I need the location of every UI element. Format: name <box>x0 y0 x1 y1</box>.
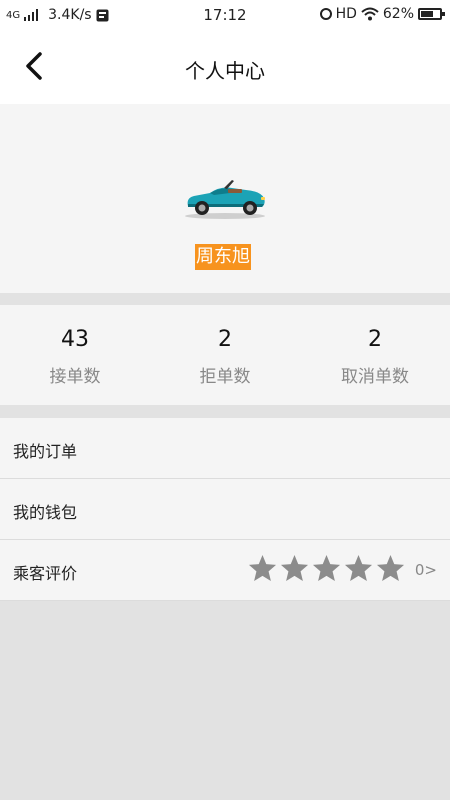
stat-rejected-label: 拒单数 <box>199 367 251 387</box>
battery-icon <box>418 8 445 20</box>
menu-item-rating[interactable]: 乘客评价 0> <box>0 540 450 601</box>
rating-stars <box>247 553 406 584</box>
rating-more[interactable]: 0> <box>415 561 437 579</box>
status-bar: 4G 3.4K/s 17:12 HD 62% <box>0 0 450 30</box>
star-icon <box>376 554 405 582</box>
battery-percent: 62% <box>382 6 414 22</box>
nav-bar: 个人中心 <box>0 30 450 104</box>
stat-cancelled-value: 2 <box>368 327 382 352</box>
stat-accepted[interactable]: 43 接单数 <box>0 305 150 405</box>
menu-item-rating-label: 乘客评价 <box>13 564 78 583</box>
menu-item-orders[interactable]: 我的订单 <box>0 418 450 479</box>
menu-list: 我的订单 我的钱包 乘客评价 0> <box>0 418 450 601</box>
star-icon <box>280 554 309 582</box>
star-icon <box>312 554 341 582</box>
menu-item-orders-label: 我的订单 <box>13 442 78 461</box>
stat-rejected-value: 2 <box>218 327 232 352</box>
stats-panel: 43 接单数 2 拒单数 2 取消单数 <box>0 305 450 405</box>
wifi-icon <box>361 7 379 21</box>
username: 周东旭 <box>195 244 251 270</box>
stat-accepted-value: 43 <box>61 327 89 352</box>
star-icon <box>248 554 277 582</box>
hd-indicator: HD <box>335 6 357 22</box>
page-title: 个人中心 <box>185 59 265 83</box>
car-icon[interactable] <box>180 176 270 220</box>
stat-accepted-label: 接单数 <box>49 367 101 387</box>
menu-item-wallet[interactable]: 我的钱包 <box>0 479 450 540</box>
stat-cancelled[interactable]: 2 取消单数 <box>300 305 450 405</box>
stat-cancelled-label: 取消单数 <box>341 367 409 387</box>
menu-item-wallet-label: 我的钱包 <box>13 503 78 522</box>
alarm-icon <box>319 8 332 20</box>
status-right: HD 62% <box>319 6 445 22</box>
stat-rejected[interactable]: 2 拒单数 <box>150 305 300 405</box>
profile-card: 周东旭 <box>0 104 450 293</box>
star-icon <box>344 554 373 582</box>
